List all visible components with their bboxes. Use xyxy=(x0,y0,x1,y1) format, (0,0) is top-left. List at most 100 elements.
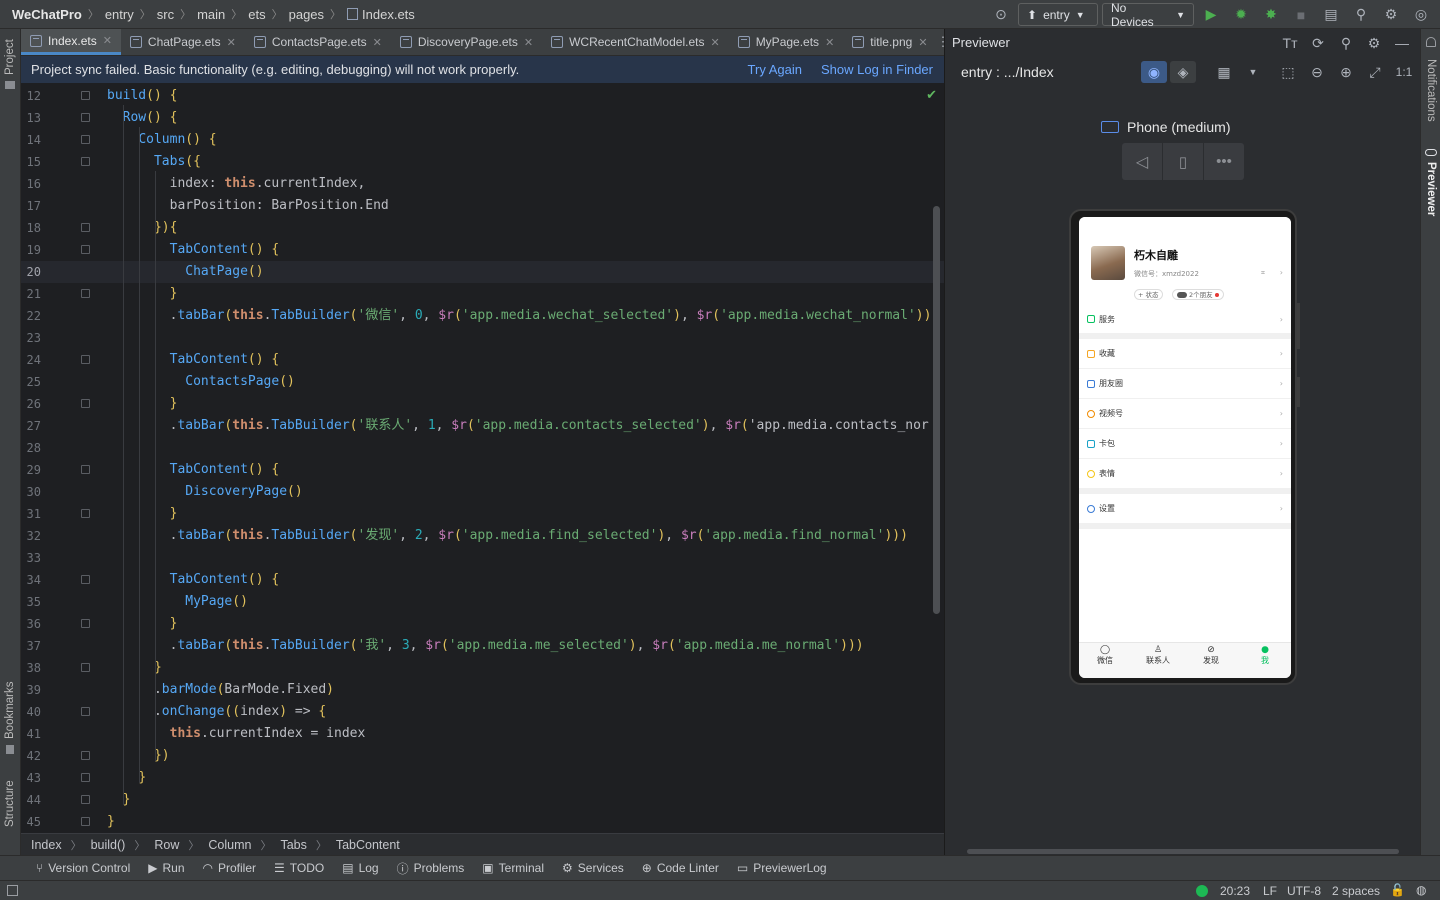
line-number[interactable]: 24 xyxy=(21,349,41,371)
code-line[interactable]: 30 DiscoveryPage() xyxy=(21,481,944,503)
settings-icon[interactable]: ⚙ xyxy=(1361,32,1387,54)
code-text[interactable]: DiscoveryPage() xyxy=(107,481,302,503)
line-number[interactable]: 27 xyxy=(21,415,41,437)
fold-marker-icon[interactable] xyxy=(81,575,90,584)
code-line[interactable]: 18 }){ xyxy=(21,217,944,239)
inspector-icon[interactable]: ⚲ xyxy=(1333,32,1359,54)
zoom-out-icon[interactable]: ⊖ xyxy=(1304,61,1330,83)
code-text[interactable]: } xyxy=(107,657,162,679)
close-icon[interactable]: ✕ xyxy=(103,34,112,47)
path-src[interactable]: src xyxy=(157,7,174,22)
line-number[interactable]: 25 xyxy=(21,371,41,393)
line-number[interactable]: 21 xyxy=(21,283,41,305)
tab-title-png[interactable]: title.png ✕ xyxy=(843,29,936,55)
code-line[interactable]: 17 barPosition: BarPosition.End xyxy=(21,195,944,217)
crumb-tabs[interactable]: Tabs xyxy=(280,838,306,852)
qr-icon[interactable]: ⌗ xyxy=(1261,269,1265,278)
close-icon[interactable]: ✕ xyxy=(710,36,719,49)
previewer-tool-button[interactable]: Previewer xyxy=(1425,162,1437,216)
run-button[interactable]: ▶ Run xyxy=(148,861,184,875)
path-main[interactable]: main xyxy=(197,7,225,22)
settings-icon[interactable]: ⚙ xyxy=(1378,4,1404,26)
line-number[interactable]: 42 xyxy=(21,745,41,767)
code-text[interactable]: index: this.currentIndex, xyxy=(107,173,366,195)
line-number[interactable]: 22 xyxy=(21,305,41,327)
fold-marker-icon[interactable] xyxy=(81,795,90,804)
code-text[interactable]: TabContent() { xyxy=(107,569,280,591)
fold-marker-icon[interactable] xyxy=(81,399,90,408)
code-text[interactable]: } xyxy=(107,283,178,305)
editor-scrollbar[interactable] xyxy=(933,206,940,614)
sync-status-icon[interactable] xyxy=(1196,885,1208,897)
code-line[interactable]: 24 TabContent() { xyxy=(21,349,944,371)
rotate-icon[interactable]: ▯ xyxy=(1163,143,1204,180)
line-number[interactable]: 16 xyxy=(21,173,41,195)
close-icon[interactable]: ✕ xyxy=(373,36,382,49)
nav-discover[interactable]: ⊘ 发现 xyxy=(1191,645,1231,666)
code-line[interactable]: 20 ChatPage() xyxy=(21,261,944,283)
tab-index-ets[interactable]: Index.ets ✕ xyxy=(21,29,121,55)
tab-mypage-ets[interactable]: MyPage.ets ✕ xyxy=(729,29,844,55)
file-encoding[interactable]: UTF-8 xyxy=(1287,884,1321,898)
profiler-button[interactable]: ◠ Profiler xyxy=(203,861,257,875)
code-text[interactable]: barPosition: BarPosition.End xyxy=(107,195,389,217)
problems-button[interactable]: ⓘ Problems xyxy=(397,860,465,877)
back-icon[interactable]: ◁ xyxy=(1122,143,1163,180)
line-number[interactable]: 35 xyxy=(21,591,41,613)
memory-icon[interactable]: ◍ xyxy=(1416,883,1426,897)
version-control-button[interactable]: ⑂ Version Control xyxy=(36,861,130,875)
chevron-right-icon[interactable]: › xyxy=(1280,268,1283,277)
chevron-down-icon[interactable]: ▼ xyxy=(1240,61,1266,83)
nav-contacts[interactable]: ♙ 联系人 xyxy=(1138,645,1178,666)
fold-marker-icon[interactable] xyxy=(81,707,90,716)
fold-marker-icon[interactable] xyxy=(81,773,90,782)
line-number[interactable]: 36 xyxy=(21,613,41,635)
fold-marker-icon[interactable] xyxy=(81,113,90,122)
layers-icon[interactable]: ◈ xyxy=(1170,61,1196,83)
search-icon[interactable]: ⚲ xyxy=(1348,4,1374,26)
fold-marker-icon[interactable] xyxy=(81,223,90,232)
fold-marker-icon[interactable] xyxy=(81,289,90,298)
services-button[interactable]: ⚙ Services xyxy=(562,861,624,875)
code-line[interactable]: 23 xyxy=(21,327,944,349)
line-number[interactable]: 12 xyxy=(21,85,41,107)
try-again-link[interactable]: Try Again xyxy=(748,62,802,77)
code-text[interactable]: .tabBar(this.TabBuilder('我', 3, $r('app.… xyxy=(107,635,864,657)
log-button[interactable]: ▤ Log xyxy=(342,861,378,875)
code-line[interactable]: 27 .tabBar(this.TabBuilder('联系人', 1, $r(… xyxy=(21,415,944,437)
phone-screen[interactable]: 朽木自雕 微信号：xmzd2022 ⌗ › + 状态 2个朋友 服务 › 收藏 › … xyxy=(1079,217,1291,678)
avatar[interactable] xyxy=(1091,246,1125,280)
code-text[interactable]: .barMode(BarMode.Fixed) xyxy=(107,679,334,701)
line-number[interactable]: 33 xyxy=(21,547,41,569)
code-text[interactable]: build() { xyxy=(107,85,177,107)
tab-contactspage-ets[interactable]: ContactsPage.ets ✕ xyxy=(245,29,391,55)
more-icon[interactable]: ••• xyxy=(1204,143,1244,180)
code-line[interactable]: 45} xyxy=(21,811,944,833)
fold-marker-icon[interactable] xyxy=(81,619,90,628)
menu-item-channels[interactable]: 视频号 › xyxy=(1079,399,1291,428)
fullscreen-icon[interactable]: ⤢ xyxy=(1362,61,1388,83)
line-number[interactable]: 26 xyxy=(21,393,41,415)
menu-item-moments[interactable]: 朋友圈 › xyxy=(1079,369,1291,398)
code-line[interactable]: 36 } xyxy=(21,613,944,635)
fold-marker-icon[interactable] xyxy=(81,465,90,474)
line-number[interactable]: 31 xyxy=(21,503,41,525)
line-number[interactable]: 34 xyxy=(21,569,41,591)
code-text[interactable]: Row() { xyxy=(107,107,178,129)
crumb-build[interactable]: build() xyxy=(91,838,126,852)
line-number[interactable]: 37 xyxy=(21,635,41,657)
fold-marker-icon[interactable] xyxy=(81,663,90,672)
line-number[interactable]: 39 xyxy=(21,679,41,701)
code-text[interactable]: TabContent() { xyxy=(107,239,280,261)
close-icon[interactable]: ✕ xyxy=(227,36,236,49)
minimize-icon[interactable]: — xyxy=(1389,32,1415,54)
code-line[interactable]: 44 } xyxy=(21,789,944,811)
refresh-icon[interactable]: ⟳ xyxy=(1305,32,1331,54)
code-line[interactable]: 33 xyxy=(21,547,944,569)
code-line[interactable]: 13 Row() { xyxy=(21,107,944,129)
code-line[interactable]: 43 } xyxy=(21,767,944,789)
tab-discoverypage-ets[interactable]: DiscoveryPage.ets ✕ xyxy=(391,29,542,55)
code-line[interactable]: 32 .tabBar(this.TabBuilder('发现', 2, $r('… xyxy=(21,525,944,547)
structure-tool-button[interactable]: Structure xyxy=(4,780,16,827)
fold-marker-icon[interactable] xyxy=(81,751,90,760)
